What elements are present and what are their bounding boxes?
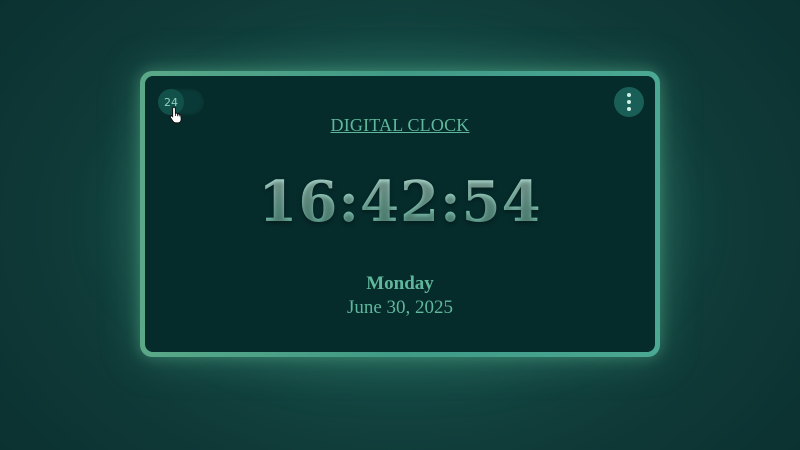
day-display: Monday [366,273,434,294]
time-display: 16:42:54 [145,169,655,235]
menu-dot [627,107,631,111]
clock-frame: 24 DIGITAL CLOCK 16:42:54 Monday June 30… [140,71,660,357]
menu-dot [627,100,631,104]
clock-panel: 24 DIGITAL CLOCK 16:42:54 Monday June 30… [145,76,655,352]
clock-title: DIGITAL CLOCK [330,115,470,135]
menu-dot [627,93,631,97]
date-display: June 30, 2025 [346,297,454,318]
menu-button[interactable] [614,87,644,117]
